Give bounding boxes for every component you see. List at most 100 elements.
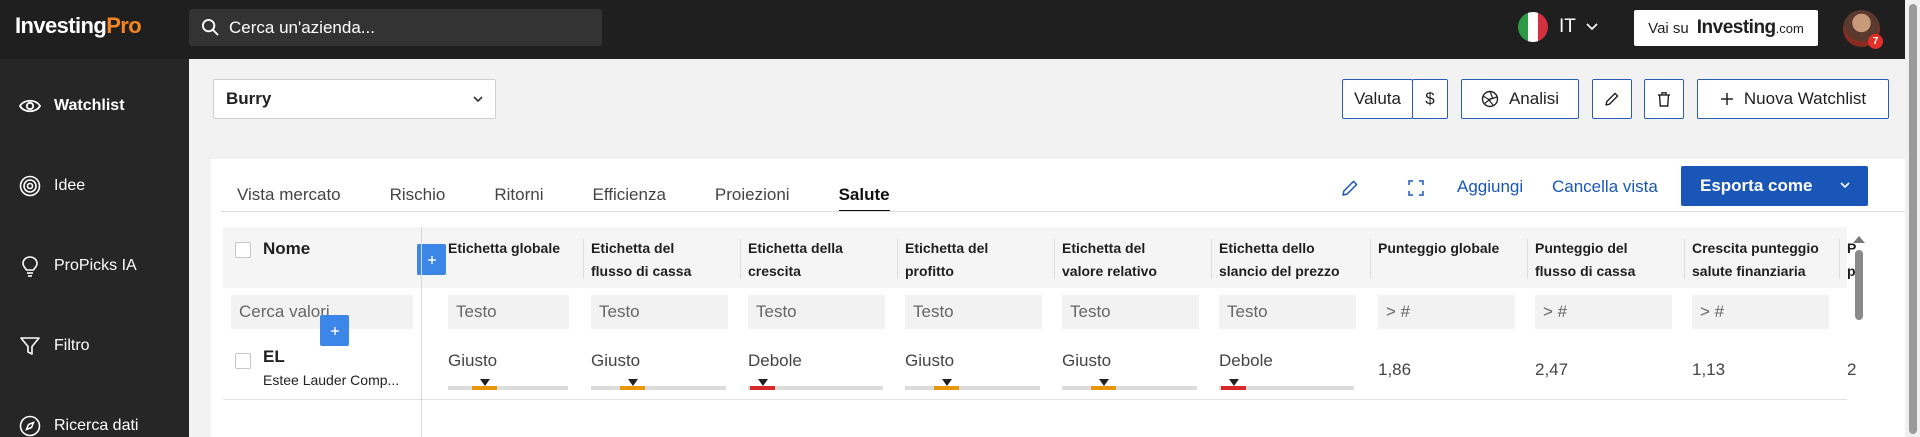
- search-input[interactable]: [229, 17, 589, 38]
- valuta-button[interactable]: Valuta: [1342, 79, 1413, 119]
- go-to-investing-button[interactable]: Vai su Investing .com: [1634, 10, 1818, 46]
- column-separator[interactable]: [1370, 239, 1371, 279]
- score-value[interactable]: 1,13: [1692, 360, 1725, 380]
- health-label-cell[interactable]: Giusto: [1062, 351, 1111, 371]
- column-filter-input[interactable]: [591, 295, 728, 329]
- tab-proiezioni[interactable]: Proiezioni: [715, 185, 790, 212]
- column-header-2[interactable]: Etichetta della crescita: [748, 237, 843, 283]
- tab-vista-mercato[interactable]: Vista mercato: [237, 185, 341, 212]
- column-filter-input[interactable]: [748, 295, 885, 329]
- sidebar-item-propicks[interactable]: ProPicks IA: [18, 254, 137, 278]
- column-filter-input[interactable]: [1219, 295, 1356, 329]
- table-scrollbar-thumb[interactable]: [1855, 250, 1863, 320]
- health-level-fill: [620, 386, 645, 390]
- column-header-7[interactable]: Punteggio del flusso di cassa: [1535, 237, 1635, 283]
- notification-badge: 7: [1868, 34, 1883, 49]
- column-filter-input[interactable]: [1692, 295, 1829, 329]
- column-filter-input[interactable]: [1535, 295, 1672, 329]
- tab-salute[interactable]: Salute: [838, 185, 890, 212]
- tab-efficienza[interactable]: Efficienza: [593, 185, 666, 212]
- sidebar-item-ricerca-dati[interactable]: Ricerca dati: [18, 414, 138, 437]
- export-button[interactable]: Esporta come: [1681, 166, 1868, 206]
- chevron-down-icon: [1586, 23, 1598, 31]
- user-avatar[interactable]: 7: [1843, 10, 1883, 49]
- column-separator[interactable]: [1211, 239, 1212, 279]
- ticker-symbol[interactable]: EL: [263, 347, 285, 367]
- column-filter-input[interactable]: [905, 295, 1042, 329]
- column-header-line1: Etichetta del: [905, 240, 989, 256]
- column-header-8[interactable]: Crescita punteggio salute finanziaria: [1692, 237, 1819, 283]
- currency-button[interactable]: $: [1412, 79, 1448, 119]
- column-filter-input[interactable]: [1378, 295, 1515, 329]
- health-level-marker: [942, 379, 952, 386]
- health-label-text: Giusto: [448, 351, 498, 370]
- name-column-header[interactable]: Nome: [263, 237, 310, 260]
- column-header-6[interactable]: Punteggio globale: [1378, 237, 1499, 260]
- watchlist-select[interactable]: Burry: [213, 79, 496, 119]
- compass-icon: [19, 415, 41, 437]
- logo-text-pro: Pro: [106, 13, 142, 38]
- column-header-5[interactable]: Etichetta dello slancio del prezzo: [1219, 237, 1340, 283]
- column-separator[interactable]: [1054, 239, 1055, 279]
- cancella-vista-link[interactable]: Cancella vista: [1552, 177, 1658, 197]
- edit-view-pencil-icon[interactable]: [1339, 177, 1361, 199]
- health-level-fill: [1221, 386, 1246, 390]
- column-separator[interactable]: [740, 239, 741, 279]
- company-name[interactable]: Estee Lauder Comp...: [263, 372, 423, 388]
- new-watchlist-label: Nuova Watchlist: [1743, 89, 1867, 108]
- column-header-0[interactable]: Etichetta globale: [448, 237, 560, 260]
- new-watchlist-button[interactable]: Nuova Watchlist: [1697, 79, 1889, 119]
- column-filter-input[interactable]: [448, 295, 569, 329]
- health-label-cell[interactable]: Debole: [1219, 351, 1273, 371]
- score-value[interactable]: 1,86: [1378, 360, 1411, 380]
- health-label-cell[interactable]: Giusto: [591, 351, 640, 371]
- sidebar-item-idee[interactable]: Idee: [18, 174, 85, 198]
- score-value[interactable]: 2: [1847, 360, 1856, 380]
- sidebar-item-label: Filtro: [54, 337, 90, 354]
- row-checkbox[interactable]: [235, 353, 251, 369]
- page-scrollbar[interactable]: [1905, 0, 1920, 437]
- sidebar-item-label: ProPicks IA: [54, 257, 137, 274]
- sidebar-item-watchlist[interactable]: Watchlist: [18, 94, 125, 118]
- language-selector[interactable]: IT: [1518, 12, 1598, 42]
- health-label-cell[interactable]: Debole: [748, 351, 802, 371]
- filter-row: [223, 288, 1847, 346]
- column-header-line1: Etichetta globale: [448, 240, 561, 256]
- analisi-button[interactable]: Analisi: [1461, 79, 1579, 119]
- vai-su-label: Vai su: [1648, 19, 1689, 37]
- watchlist-name: Burry: [226, 89, 272, 108]
- sidebar-item-filtro[interactable]: Filtro: [18, 334, 90, 358]
- column-separator[interactable]: [1684, 239, 1685, 279]
- tab-ritorni[interactable]: Ritorni: [494, 185, 543, 212]
- column-filter-input[interactable]: [1062, 295, 1199, 329]
- table-row[interactable]: EL Estee Lauder Comp... Giusto Giusto Debo…: [223, 338, 1856, 400]
- plus-icon: [330, 326, 339, 335]
- score-value[interactable]: 2,47: [1535, 360, 1568, 380]
- column-header-4[interactable]: Etichetta del valore relativo: [1062, 237, 1157, 283]
- scroll-up-arrow[interactable]: [1853, 236, 1865, 243]
- trash-icon: [1658, 92, 1670, 107]
- investingpro-logo[interactable]: InvestingPro: [15, 13, 142, 39]
- health-level-marker: [480, 379, 490, 386]
- column-separator[interactable]: [1839, 239, 1840, 279]
- column-separator[interactable]: [897, 239, 898, 279]
- language-code: IT: [1559, 16, 1576, 37]
- analisi-label: Analisi: [1508, 89, 1560, 108]
- search-box[interactable]: [189, 9, 602, 46]
- health-level-bar: [448, 379, 568, 390]
- edit-watchlist-button[interactable]: [1592, 79, 1632, 119]
- column-separator[interactable]: [1527, 239, 1528, 279]
- page-scrollbar-thumb[interactable]: [1909, 4, 1917, 434]
- health-label-cell[interactable]: Giusto: [448, 351, 497, 371]
- column-header-1[interactable]: Etichetta del flusso di cassa: [591, 237, 691, 283]
- expand-icon[interactable]: [1405, 177, 1427, 199]
- select-all-checkbox[interactable]: [235, 242, 251, 258]
- aggiungi-link[interactable]: Aggiungi: [1457, 177, 1523, 197]
- column-separator[interactable]: [583, 239, 584, 279]
- delete-watchlist-button[interactable]: [1644, 79, 1684, 119]
- tab-rischio[interactable]: Rischio: [390, 185, 446, 212]
- health-label-cell[interactable]: Giusto: [905, 351, 954, 371]
- column-header-3[interactable]: Etichetta del profitto: [905, 237, 988, 283]
- table-header: Nome Etichetta globale Etichetta del fluss…: [223, 227, 1856, 288]
- column-header-line1: Punteggio del: [1535, 240, 1628, 256]
